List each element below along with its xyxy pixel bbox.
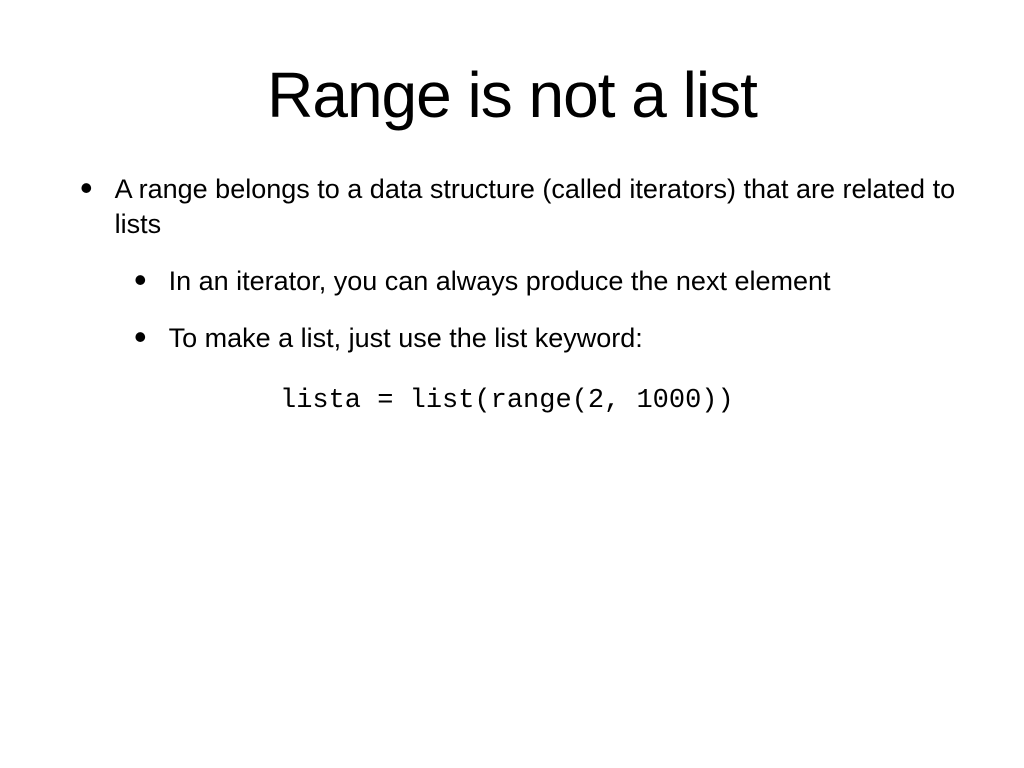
slide-title: Range is not a list [0, 0, 1024, 172]
bullet-item: • A range belongs to a data structure (c… [80, 172, 974, 242]
slide-container: Range is not a list • A range belongs to… [0, 0, 1024, 768]
bullet-text: To make a list, just use the list keywor… [169, 321, 643, 356]
bullet-text: A range belongs to a data structure (cal… [115, 172, 974, 242]
code-example: lista = list(range(2, 1000)) [280, 386, 974, 416]
bullet-text: In an iterator, you can always produce t… [169, 264, 831, 299]
bullet-icon: • [80, 178, 93, 198]
bullet-item: • In an iterator, you can always produce… [134, 264, 974, 299]
bullet-icon: • [134, 270, 147, 290]
slide-content: • A range belongs to a data structure (c… [0, 172, 1024, 416]
bullet-item: • To make a list, just use the list keyw… [134, 321, 974, 356]
bullet-icon: • [134, 327, 147, 347]
